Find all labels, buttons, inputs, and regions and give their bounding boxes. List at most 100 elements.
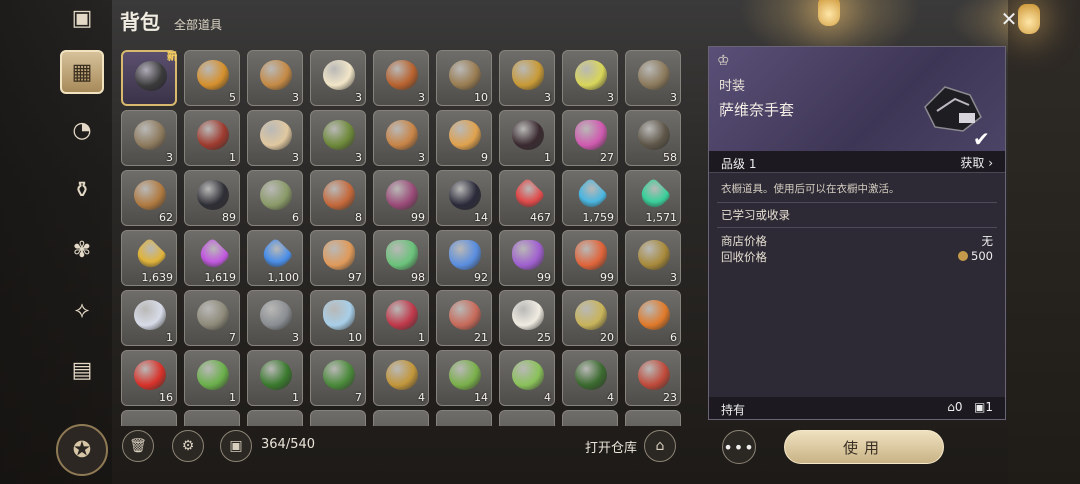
item-slot[interactable]: 1,639 <box>121 230 177 286</box>
violet-crystal-icon <box>195 237 231 273</box>
item-slot[interactable]: 3 <box>373 110 429 166</box>
item-slot[interactable]: 1 <box>499 110 555 166</box>
item-slot[interactable]: 1 <box>373 290 429 346</box>
item-slot[interactable]: 新 <box>121 50 177 106</box>
item-slot[interactable]: 1 <box>121 290 177 346</box>
item-slot[interactable]: 3 <box>247 290 303 346</box>
item-slot[interactable]: 3 <box>247 110 303 166</box>
item-quantity: 98 <box>411 271 425 284</box>
warehouse-button[interactable]: ⌂ <box>644 430 676 462</box>
item-slot[interactable]: 3 <box>121 110 177 166</box>
item-slot[interactable]: 7 <box>184 290 240 346</box>
item-slot[interactable]: 1 <box>184 350 240 406</box>
item-slot[interactable]: 467 <box>499 170 555 226</box>
item-slot[interactable]: 92 <box>436 230 492 286</box>
sort-button[interactable]: ⚙ <box>172 430 204 462</box>
recycle-price: 500 <box>958 249 993 263</box>
item-slot[interactable]: 1,619 <box>184 230 240 286</box>
shop-price-value: 无 <box>981 234 994 248</box>
use-button[interactable]: 使用 <box>784 430 944 464</box>
item-slot[interactable]: 3 <box>562 50 618 106</box>
item-slot[interactable]: 58 <box>625 110 681 166</box>
item-slot[interactable]: 89 <box>184 170 240 226</box>
item-slot[interactable]: 4 <box>562 350 618 406</box>
nav-tab-pouch[interactable]: ◔ <box>60 108 104 152</box>
item-slot[interactable]: 20 <box>562 290 618 346</box>
hold-warehouse-count: 0 <box>954 400 963 414</box>
item-slot[interactable]: 98 <box>373 230 429 286</box>
item-quantity: 92 <box>474 271 488 284</box>
ham-icon <box>449 300 481 330</box>
item-slot[interactable]: 1,571 <box>625 170 681 226</box>
expand-bag-button[interactable]: ▣ <box>220 430 252 462</box>
item-slot[interactable]: 21 <box>436 290 492 346</box>
item-quantity: 58 <box>663 151 677 164</box>
item-slot[interactable]: 23 <box>625 350 681 406</box>
nav-tab-potion[interactable]: ⚱ <box>60 168 104 212</box>
green-flask-icon <box>386 240 418 270</box>
chevron-right-icon: › <box>988 156 993 170</box>
milk-bottle-icon <box>323 300 355 330</box>
item-slot[interactable]: 7 <box>310 350 366 406</box>
obtain-link[interactable]: 获取 › <box>960 154 993 171</box>
item-slot[interactable]: 99 <box>562 230 618 286</box>
nav-tab-fish[interactable]: ⟡ <box>60 288 104 332</box>
craft-wheel-button[interactable]: ✪ <box>56 424 108 476</box>
cheese-icon <box>449 120 481 150</box>
item-slot[interactable]: 3 <box>373 50 429 106</box>
more-button[interactable]: ••• <box>722 430 756 464</box>
nav-tab-card[interactable]: ▤ <box>60 348 104 392</box>
item-slot[interactable]: 62 <box>121 170 177 226</box>
page-title: 背包 <box>120 10 160 34</box>
mushroom-icon <box>638 360 670 390</box>
item-slot[interactable]: 6 <box>247 170 303 226</box>
close-button[interactable]: ✕ <box>996 6 1022 32</box>
item-slot[interactable]: 14 <box>436 170 492 226</box>
item-grid[interactable]: 新 5 3 3 3 10 3 3 3 3 1 3 3 3 9 1 27 58 62 89 6 8 99 14 467 1,759 1… <box>118 46 684 426</box>
item-quantity: 99 <box>600 271 614 284</box>
item-slot[interactable]: 3 <box>625 230 681 286</box>
item-slot[interactable]: 10 <box>436 50 492 106</box>
nav-tab-chest[interactable]: ▣ <box>60 0 104 40</box>
item-slot[interactable]: 3 <box>310 50 366 106</box>
item-slot[interactable]: 14 <box>436 350 492 406</box>
item-detail-header: ♔ 时装 萨维奈手套 ✔ <box>709 47 1005 151</box>
discard-button[interactable]: 🗑 <box>122 430 154 462</box>
river-fish-icon <box>260 300 292 330</box>
open-warehouse-label[interactable]: 打开仓库 <box>585 437 637 456</box>
item-slot[interactable]: 3 <box>625 50 681 106</box>
item-slot[interactable]: 8 <box>310 170 366 226</box>
item-slot[interactable]: 1,100 <box>247 230 303 286</box>
item-slot[interactable]: 1,759 <box>562 170 618 226</box>
filter-label[interactable]: 全部道具 <box>174 16 222 33</box>
item-quantity: 5 <box>229 91 236 104</box>
item-slot[interactable]: 25 <box>499 290 555 346</box>
item-slot[interactable]: 97 <box>310 230 366 286</box>
item-quantity: 8 <box>355 211 362 224</box>
item-slot[interactable]: 3 <box>247 50 303 106</box>
item-slot[interactable]: 6 <box>625 290 681 346</box>
item-slot[interactable]: 4 <box>373 350 429 406</box>
item-slot[interactable]: 3 <box>310 110 366 166</box>
item-slot[interactable]: 5 <box>184 50 240 106</box>
item-quantity: 3 <box>418 151 425 164</box>
seed-ball-icon <box>134 180 166 210</box>
item-slot[interactable]: 3 <box>499 50 555 106</box>
pink-potion-icon <box>575 120 607 150</box>
item-slot[interactable]: 99 <box>499 230 555 286</box>
fried-rice-icon <box>197 60 229 90</box>
nav-tab-grid[interactable]: ▦ <box>60 50 104 94</box>
item-slot[interactable]: 9 <box>436 110 492 166</box>
item-slot[interactable]: 10 <box>310 290 366 346</box>
item-slot[interactable]: 1 <box>184 110 240 166</box>
item-slot[interactable]: 16 <box>121 350 177 406</box>
nav-tab-herb[interactable]: ✾ <box>60 228 104 272</box>
pouch-icon: ◔ <box>72 117 92 143</box>
item-quantity: 9 <box>481 151 488 164</box>
item-slot[interactable]: 1 <box>247 350 303 406</box>
item-slot[interactable]: 4 <box>499 350 555 406</box>
recycle-price-value: 500 <box>971 249 993 263</box>
beetle-icon <box>449 180 481 210</box>
item-slot[interactable]: 27 <box>562 110 618 166</box>
item-slot[interactable]: 99 <box>373 170 429 226</box>
